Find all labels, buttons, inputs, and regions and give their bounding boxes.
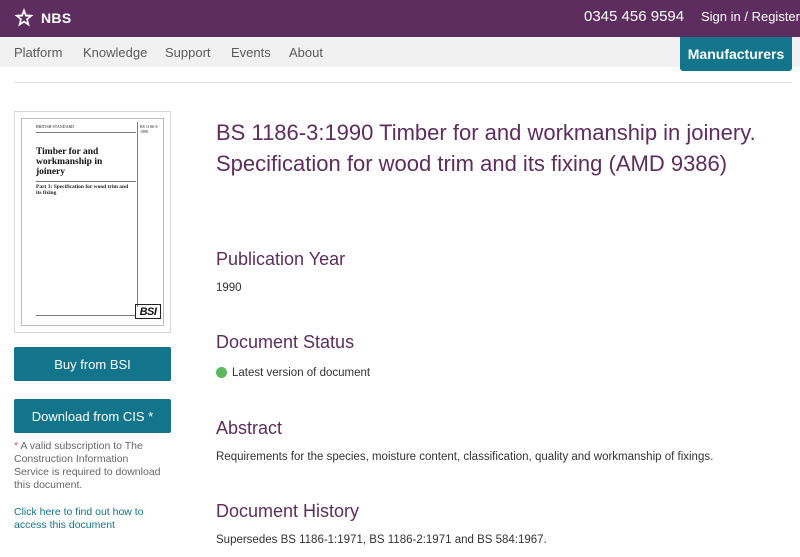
note-text: A valid subscription to The Construction…	[14, 440, 161, 491]
document-cover-image: BRITISH STANDARD BS 1186-3: 1990 Timber …	[14, 111, 171, 333]
nav-item-platform[interactable]: Platform	[14, 45, 62, 61]
document-status-heading: Document Status	[216, 332, 355, 352]
cover-vrule	[137, 122, 138, 307]
phone-number[interactable]: 0345 456 9594	[584, 7, 684, 27]
document-status-value: Latest version of document	[232, 367, 371, 379]
download-from-cis-button[interactable]: Download from CIS *	[14, 399, 171, 433]
logo-text: NBS	[41, 10, 72, 26]
cover-frame: BRITISH STANDARD BS 1186-3: 1990 Timber …	[21, 118, 164, 326]
nav-item-about[interactable]: About	[289, 45, 323, 61]
document-history-text: Supersedes BS 1186-1:1971, BS 1186-2:197…	[216, 534, 547, 546]
nav-item-support[interactable]: Support	[165, 45, 211, 61]
status-indicator-icon	[216, 367, 227, 378]
signin-register-link[interactable]: Sign in / Register	[701, 8, 800, 26]
cover-header-left: BRITISH STANDARD	[36, 124, 75, 129]
cover-header-right: BS 1186-3: 1990	[140, 124, 159, 134]
cover-rule	[36, 315, 136, 316]
publication-year-heading: Publication Year	[216, 249, 346, 269]
publication-year-value: 1990	[216, 282, 242, 294]
subscription-note: * A valid subscription to The Constructi…	[14, 440, 164, 492]
cover-title: Timber for and workmanship in joinery	[36, 147, 103, 177]
manufacturers-button[interactable]: Manufacturers	[680, 37, 792, 71]
abstract-heading: Abstract	[216, 418, 283, 438]
note-asterisk: *	[14, 440, 19, 452]
top-bar: NBS 0345 456 9594 Sign in / Register	[0, 0, 800, 37]
abstract-text: Requirements for the species, moisture c…	[216, 451, 714, 463]
cover-rule	[36, 132, 136, 133]
access-info-link[interactable]: Click here to find out how to access thi…	[14, 506, 164, 532]
nbs-logo[interactable]: NBS	[13, 6, 71, 30]
document-title: BS 1186-3:1990 Timber for and workmanshi…	[216, 120, 756, 176]
nav-item-knowledge[interactable]: Knowledge	[83, 45, 147, 61]
document-history-heading: Document History	[216, 501, 360, 521]
divider	[14, 82, 792, 83]
star-icon	[13, 7, 35, 29]
nav-item-events[interactable]: Events	[231, 45, 271, 61]
cover-subtitle: Part 3: Specification for wood trim and …	[36, 184, 129, 196]
cover-rule	[36, 181, 136, 182]
buy-from-bsi-button[interactable]: Buy from BSI	[14, 347, 171, 381]
bsi-logo: BSI	[135, 304, 161, 319]
